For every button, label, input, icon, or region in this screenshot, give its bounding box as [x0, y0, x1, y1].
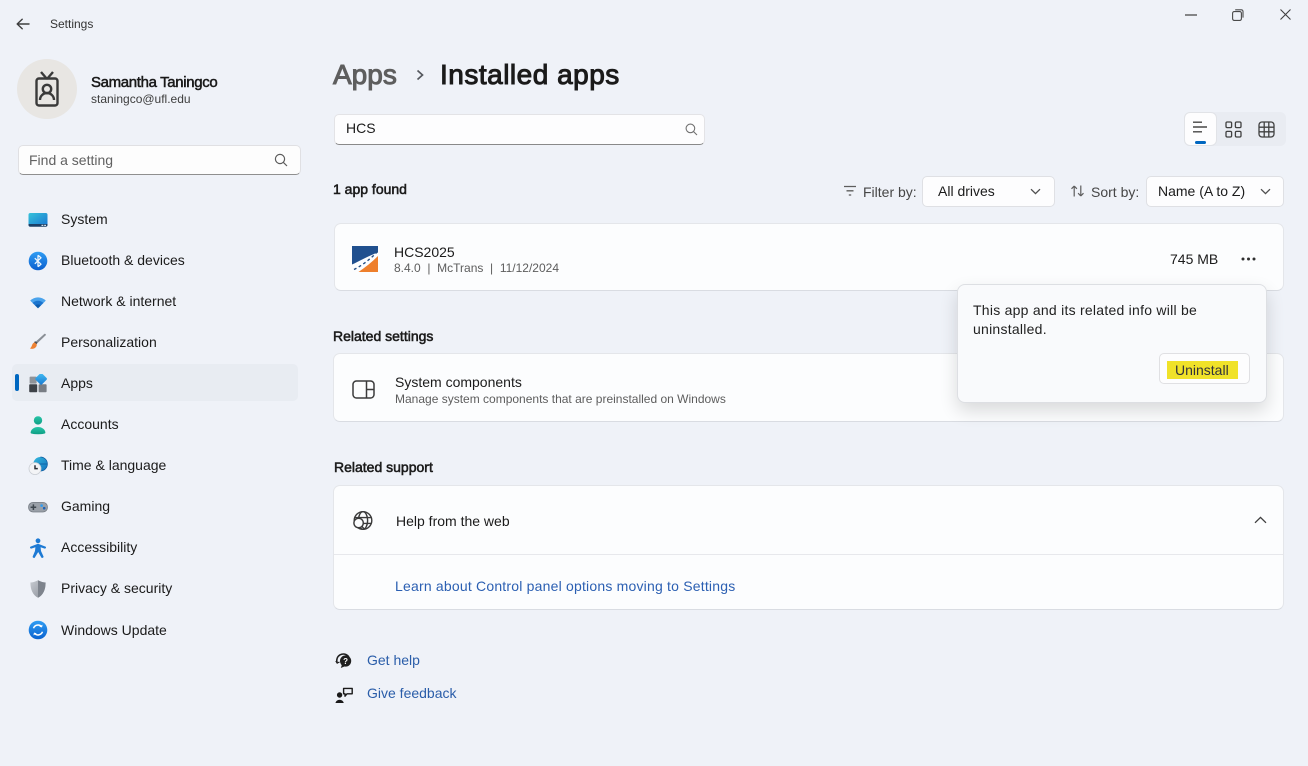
svg-text:?: ? [343, 657, 348, 666]
